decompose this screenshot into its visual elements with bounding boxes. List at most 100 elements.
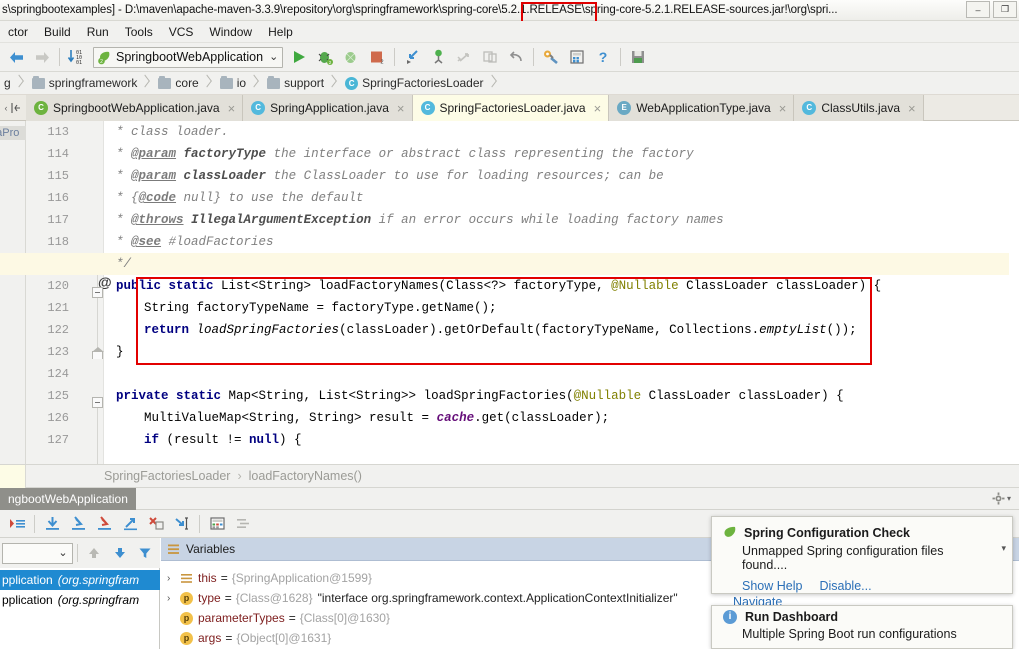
code-editor[interactable]: eaPro 113 114 115 116 117 118 119 120 12… <box>0 121 1019 464</box>
fold-collapse-icon[interactable] <box>92 397 103 408</box>
restore-button[interactable]: ❐ <box>993 1 1017 18</box>
editor-breadcrumb-method[interactable]: loadFactoryNames() <box>249 469 362 483</box>
close-icon[interactable]: × <box>228 101 236 116</box>
breadcrumb-item-io[interactable]: io <box>216 72 263 94</box>
chevron-down-icon[interactable]: ▾ <box>1001 543 1006 554</box>
show-help-link[interactable]: Show Help <box>742 579 802 593</box>
disable-link[interactable]: Disable... <box>819 579 871 593</box>
folder-icon <box>158 75 172 89</box>
tab-springapplication[interactable]: C SpringApplication.java × <box>243 95 413 121</box>
tab-webapplicationtype[interactable]: E WebApplicationType.java × <box>609 95 795 121</box>
show-frames-icon[interactable] <box>230 512 256 536</box>
svg-text:2: 2 <box>100 59 103 65</box>
line-number: 122 <box>47 323 69 337</box>
run-to-cursor-icon[interactable] <box>169 512 195 536</box>
frame-row[interactable]: pplication (org.springfram <box>0 590 160 610</box>
fold-cap-icon[interactable] <box>92 347 104 359</box>
settings-icon[interactable] <box>539 45 563 69</box>
force-step-into-icon[interactable] <box>91 512 117 536</box>
evaluate-expression-icon[interactable] <box>204 512 230 536</box>
breadcrumb-item-springfactoriesloader[interactable]: C SpringFactoriesLoader <box>341 72 500 94</box>
breadcrumb-item-0[interactable]: g <box>0 72 28 94</box>
variable-equals: = <box>220 571 228 585</box>
run-with-coverage-icon[interactable] <box>339 45 363 69</box>
expand-arrow-icon[interactable]: › <box>167 573 180 584</box>
line-number: 116 <box>47 191 69 205</box>
close-icon[interactable]: × <box>779 101 787 116</box>
menu-item-build[interactable]: Build <box>36 23 79 41</box>
code-line-118: * @see #loadFactories <box>116 235 274 249</box>
chevron-down-icon[interactable]: ⌄ <box>269 52 278 63</box>
vcs-commit-icon[interactable] <box>426 45 450 69</box>
editor-breadcrumb-class[interactable]: SpringFactoriesLoader <box>104 469 230 483</box>
editor-breadcrumb: SpringFactoriesLoader › loadFactoryNames… <box>0 464 1019 489</box>
vcs-push-icon[interactable] <box>452 45 476 69</box>
project-structure-icon[interactable] <box>565 45 589 69</box>
thread-selector[interactable]: ⌄ <box>2 542 73 564</box>
step-into-icon[interactable] <box>65 512 91 536</box>
frames-toolbar: ⌄ <box>0 538 160 568</box>
class-icon: C <box>420 101 435 115</box>
menu-item-run[interactable]: Run <box>79 23 117 41</box>
frame-row[interactable]: pplication (org.springfram <box>0 570 160 590</box>
vcs-diff-icon[interactable] <box>478 45 502 69</box>
menu-item-window[interactable]: Window <box>201 23 260 41</box>
debug-icon[interactable]: 2 <box>313 45 337 69</box>
tab-classutils[interactable]: C ClassUtils.java × <box>794 95 924 121</box>
arrow-up-icon[interactable] <box>82 541 107 565</box>
minimize-button[interactable]: – <box>966 1 990 18</box>
toolbar-separator-4 <box>620 48 622 66</box>
variable-value: {SpringApplication@1599} <box>231 571 372 585</box>
editor-vertical-scrollbar[interactable] <box>1009 121 1019 464</box>
expand-arrow-icon[interactable]: › <box>167 593 180 604</box>
variable-value: {Object[0]@1631} <box>236 631 332 645</box>
tab-springfactoriesloader[interactable]: C SpringFactoriesLoader.java × <box>412 95 610 121</box>
sort-numeric-icon[interactable]: 01 10 01 <box>65 45 89 69</box>
close-icon[interactable]: × <box>397 101 405 116</box>
toolbar-separator-3 <box>533 48 535 66</box>
save-all-icon[interactable] <box>626 45 650 69</box>
chevron-down-icon[interactable]: ⌄ <box>58 548 67 559</box>
frames-toolbar-separator <box>76 544 78 562</box>
tab-label-4: ClassUtils.java <box>821 101 900 115</box>
run-configuration-selector[interactable]: 2 SpringbootWebApplication ⌄ <box>93 46 284 68</box>
title-bar: s\springbootexamples] - D:\maven\apache-… <box>0 0 1019 21</box>
notification-run-dashboard[interactable]: i Run Dashboard Multiple Spring Boot run… <box>711 605 1013 649</box>
filter-icon[interactable] <box>133 541 158 565</box>
chevron-right-icon <box>203 72 212 94</box>
tab-springbootwebapplication[interactable]: C SpringbootWebApplication.java × <box>26 95 244 121</box>
step-over-icon[interactable] <box>39 512 65 536</box>
show-execution-point-icon[interactable] <box>4 512 30 536</box>
editor-gutter[interactable]: 113 114 115 116 117 118 119 120 121 122 … <box>26 121 112 464</box>
chevron-down-icon[interactable]: chevron-down-icon <box>1003 95 1019 120</box>
run-icon[interactable] <box>287 45 311 69</box>
menu-item-help[interactable]: Help <box>260 23 301 41</box>
stop-icon[interactable]: 2 <box>365 45 389 69</box>
spring-leaf-icon <box>724 526 736 537</box>
back-arrow-icon[interactable] <box>4 45 28 69</box>
left-toolwindow-stub[interactable]: eaPro <box>0 121 37 464</box>
breadcrumb-item-springframework[interactable]: springframework <box>28 72 155 94</box>
menu-item-tools[interactable]: Tools <box>117 23 161 41</box>
arrow-down-icon[interactable] <box>107 541 132 565</box>
close-icon[interactable]: × <box>594 101 602 116</box>
vcs-update-icon[interactable] <box>400 45 424 69</box>
help-icon[interactable]: ? <box>591 45 615 69</box>
notification-spring-configuration-check[interactable]: Spring Configuration Check Unmapped Spri… <box>711 516 1013 594</box>
tabs-left-controls[interactable]: ‹ <box>0 95 26 120</box>
debug-session-tab[interactable]: ngbootWebApplication <box>0 488 136 510</box>
menu-item-refactor[interactable]: ctor <box>0 23 36 41</box>
step-out-icon[interactable] <box>117 512 143 536</box>
vcs-revert-icon[interactable] <box>504 45 528 69</box>
code-line-127: if (result != null) { <box>144 433 302 447</box>
debug-settings-group[interactable]: ▾ <box>992 492 1011 505</box>
forward-arrow-icon[interactable] <box>30 45 54 69</box>
fold-collapse-icon[interactable] <box>92 287 103 298</box>
close-icon[interactable]: × <box>908 101 916 116</box>
menu-item-vcs[interactable]: VCS <box>161 23 202 41</box>
breadcrumb-item-core[interactable]: core <box>154 72 215 94</box>
drop-frame-icon[interactable] <box>143 512 169 536</box>
breadcrumb-item-support[interactable]: support <box>263 72 341 94</box>
chevron-down-icon[interactable]: ▾ <box>1007 494 1011 503</box>
code-text[interactable]: * class loader. * @param factoryType the… <box>104 121 1019 464</box>
